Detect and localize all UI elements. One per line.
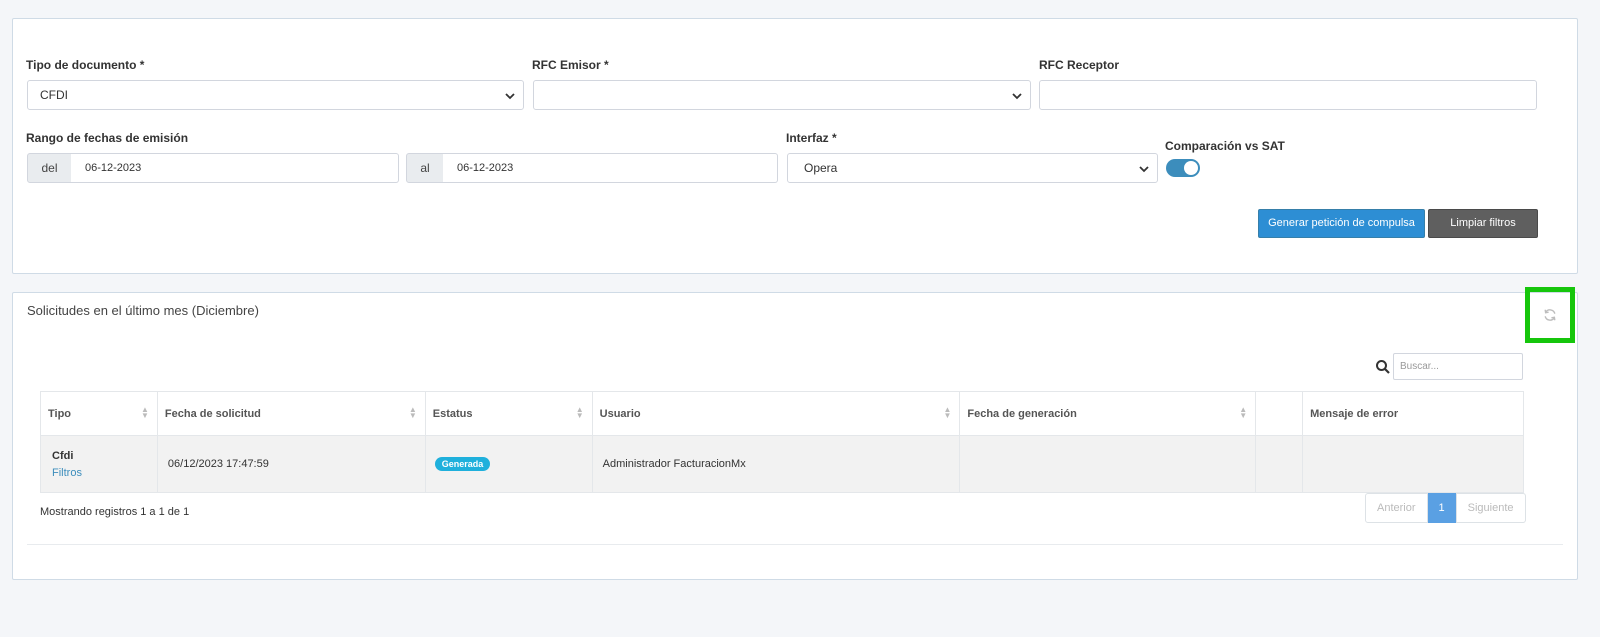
tipo-documento-value: CFDI bbox=[40, 88, 68, 102]
cell-estatus: Generada bbox=[424, 435, 593, 493]
divider bbox=[27, 544, 1563, 545]
filtros-link[interactable]: Filtros bbox=[52, 467, 157, 479]
cell-usuario: Administrador FacturacionMx bbox=[591, 435, 961, 493]
sort-icon: ▲ ▼ bbox=[575, 405, 584, 420]
cell-fecha-generacion bbox=[959, 435, 1257, 493]
toggle-knob bbox=[1184, 161, 1198, 175]
interfaz-select[interactable]: Opera bbox=[787, 153, 1158, 183]
chevron-down-icon bbox=[1139, 154, 1149, 182]
refresh-button[interactable] bbox=[1525, 287, 1575, 343]
column-header-label: Fecha de solicitud bbox=[164, 407, 261, 420]
pagination-next[interactable]: Siguiente bbox=[1455, 493, 1526, 523]
interfaz-label: Interfaz * bbox=[786, 131, 837, 145]
table-header-row: Tipo ▲ ▼ Fecha de solicitud ▲ ▼ Estatus ▲ ▼ Us… bbox=[40, 391, 1524, 436]
column-header-label: Estatus bbox=[432, 407, 473, 420]
date-to-addon: al bbox=[406, 153, 444, 183]
date-from-addon: del bbox=[27, 153, 72, 183]
status-badge: Generada bbox=[434, 457, 491, 471]
rfc-receptor-label: RFC Receptor bbox=[1039, 58, 1120, 72]
column-header-label: Tipo bbox=[48, 407, 72, 420]
date-to-input[interactable]: 06-12-2023 bbox=[443, 153, 778, 183]
filter-panel: Tipo de documento * CFDI RFC Emisor * RF… bbox=[12, 18, 1578, 274]
date-from-input[interactable]: 06-12-2023 bbox=[71, 153, 399, 183]
search-icon bbox=[1376, 360, 1390, 374]
refresh-icon bbox=[1544, 309, 1556, 321]
sort-icon: ▲ ▼ bbox=[943, 405, 952, 420]
search-input[interactable]: Buscar... bbox=[1393, 353, 1523, 380]
column-header-label: Mensaje de error bbox=[1310, 407, 1399, 420]
requests-table: Tipo ▲ ▼ Fecha de solicitud ▲ ▼ Estatus ▲ ▼ Us… bbox=[40, 391, 1524, 493]
sort-icon: ▲ ▼ bbox=[141, 405, 149, 420]
column-header-mensaje-error[interactable]: Mensaje de error bbox=[1302, 391, 1524, 436]
column-header-tipo[interactable]: Tipo ▲ ▼ bbox=[40, 391, 158, 436]
rfc-emisor-select[interactable] bbox=[533, 80, 1031, 110]
column-header-fecha-solicitud[interactable]: Fecha de solicitud ▲ ▼ bbox=[156, 391, 426, 436]
interfaz-value: Opera bbox=[804, 161, 838, 175]
rfc-emisor-label: RFC Emisor * bbox=[532, 58, 609, 72]
column-header-label: Usuario bbox=[599, 407, 641, 420]
comparacion-sat-label: Comparación vs SAT bbox=[1165, 139, 1285, 153]
cell-fecha-solicitud: 06/12/2023 17:47:59 bbox=[156, 435, 426, 493]
rango-fechas-label: Rango de fechas de emisión bbox=[26, 131, 189, 145]
pagination-page[interactable]: 1 bbox=[1427, 493, 1456, 523]
sort-icon: ▲ ▼ bbox=[1239, 405, 1248, 420]
comparacion-sat-toggle[interactable] bbox=[1166, 159, 1200, 177]
sort-icon: ▲ ▼ bbox=[408, 405, 417, 420]
rfc-receptor-input[interactable] bbox=[1039, 80, 1537, 110]
records-summary: Mostrando registros 1 a 1 de 1 bbox=[40, 506, 190, 518]
cell-tipo: Cfdi Filtros bbox=[40, 435, 158, 493]
cell-mensaje-error bbox=[1302, 435, 1524, 493]
column-header-usuario[interactable]: Usuario ▲ ▼ bbox=[591, 391, 961, 436]
generar-peticion-button[interactable]: Generar petición de compulsa bbox=[1258, 209, 1425, 238]
column-header-estatus[interactable]: Estatus ▲ ▼ bbox=[424, 391, 593, 436]
limpiar-filtros-button[interactable]: Limpiar filtros bbox=[1428, 209, 1538, 238]
column-header-label: Fecha de generación bbox=[967, 407, 1077, 420]
cell-extra bbox=[1255, 435, 1304, 493]
table-row: Cfdi Filtros 06/12/2023 17:47:59 Generad… bbox=[40, 435, 1524, 493]
results-title: Solicitudes en el último mes (Diciembre) bbox=[27, 303, 259, 318]
pagination-prev[interactable]: Anterior bbox=[1365, 493, 1428, 523]
column-header-extra bbox=[1255, 391, 1304, 436]
pagination: Anterior 1 Siguiente bbox=[1365, 493, 1526, 523]
tipo-documento-select[interactable]: CFDI bbox=[27, 80, 524, 110]
tipo-value: Cfdi bbox=[52, 449, 74, 462]
tipo-documento-label: Tipo de documento * bbox=[26, 58, 145, 72]
results-panel: Solicitudes en el último mes (Diciembre)… bbox=[12, 287, 1578, 580]
chevron-down-icon bbox=[505, 81, 515, 109]
column-header-fecha-generacion[interactable]: Fecha de generación ▲ ▼ bbox=[959, 391, 1257, 436]
chevron-down-icon bbox=[1012, 81, 1022, 109]
